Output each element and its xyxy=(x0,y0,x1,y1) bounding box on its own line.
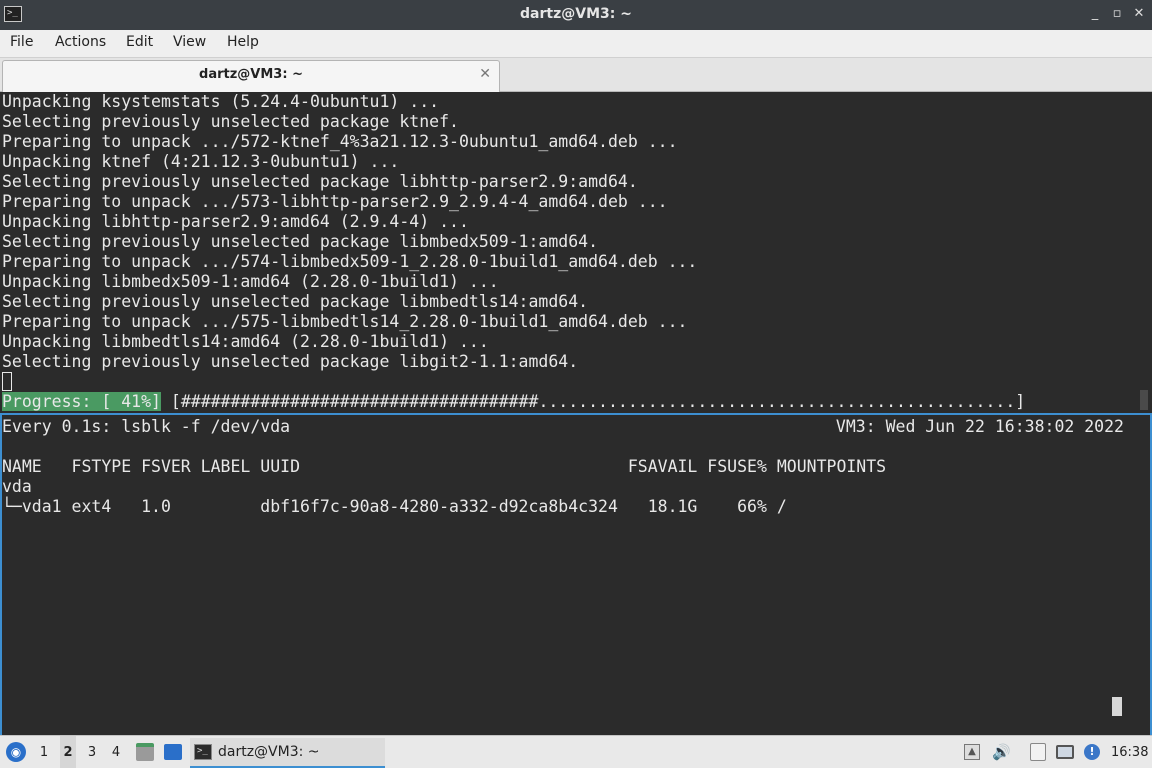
desktop-3-button[interactable]: 3 xyxy=(84,736,100,768)
terminal-line: Selecting previously unselected package … xyxy=(2,352,579,371)
update-notifier-icon[interactable]: ! xyxy=(1084,744,1100,760)
clock[interactable]: 16:38 xyxy=(1111,736,1148,768)
scrollbar-thumb-top[interactable] xyxy=(1140,390,1148,410)
tab-label: dartz@VM3: ~ xyxy=(199,67,303,82)
window-titlebar[interactable]: >_ dartz@VM3: ~ _ ▫ ✕ xyxy=(0,0,1152,30)
progress-line: Progress: [ 41%] [######################… xyxy=(2,392,1025,412)
terminal-line: Preparing to unpack .../573-libhttp-pars… xyxy=(2,192,668,211)
desktop-4-button[interactable]: 4 xyxy=(108,736,124,768)
progress-bar: [####################################...… xyxy=(160,392,1026,411)
terminal-line: Unpacking ksystemstats (5.24.4-0ubuntu1)… xyxy=(2,92,440,111)
minimize-button[interactable]: _ xyxy=(1086,5,1104,23)
watch-command: Every 0.1s: lsblk -f /dev/vda xyxy=(2,417,291,436)
terminal-line: Selecting previously unselected package … xyxy=(2,232,599,251)
terminal-pane-top[interactable]: Unpacking ksystemstats (5.24.4-0ubuntu1)… xyxy=(0,92,1152,413)
taskbar-task-terminal[interactable]: >_ dartz@VM3: ~ xyxy=(190,738,385,768)
terminal-line: Preparing to unpack .../574-libmbedx509-… xyxy=(2,252,698,271)
terminal-line: Selecting previously unselected package … xyxy=(2,112,459,131)
table-row: └─vda1 ext4 1.0 dbf16f7c-90a8-4280-a332-… xyxy=(2,497,787,516)
maximize-button[interactable]: ▫ xyxy=(1108,5,1126,23)
taskbar: ◉ 1 2 3 4 >_ dartz@VM3: ~ ▲ 🔊 ! 16:38 xyxy=(0,735,1152,768)
menu-file[interactable]: File xyxy=(10,34,33,50)
progress-label: Progress: [ 41%] xyxy=(2,392,161,411)
menu-actions[interactable]: Actions xyxy=(55,34,106,50)
terminal-line: Preparing to unpack .../575-libmbedtls14… xyxy=(2,312,688,331)
terminal-pane-bottom[interactable]: Every 0.1s: lsblk -f /dev/vda VM3: Wed J… xyxy=(0,413,1152,735)
task-label: dartz@VM3: ~ xyxy=(218,744,320,760)
volume-icon[interactable]: 🔊 xyxy=(992,744,1011,760)
show-desktop-icon[interactable] xyxy=(164,744,182,760)
watch-host-time: VM3: Wed Jun 22 16:38:02 2022 xyxy=(835,417,1124,436)
start-menu-icon[interactable]: ◉ xyxy=(6,742,26,762)
network-icon[interactable] xyxy=(1056,745,1074,759)
desktop-2-button[interactable]: 2 xyxy=(60,736,76,768)
terminal-line: Selecting previously unselected package … xyxy=(2,292,589,311)
window-title: dartz@VM3: ~ xyxy=(520,6,632,22)
terminal-line: Selecting previously unselected package … xyxy=(2,172,638,191)
table-header: NAME FSTYPE FSVER LABEL UUID FSAVAIL FSU… xyxy=(2,457,887,476)
menu-bar: File Actions Edit View Help xyxy=(0,30,1152,58)
menu-view[interactable]: View xyxy=(173,34,206,50)
terminal-line: Unpacking libmbedtls14:amd64 (2.28.0-1bu… xyxy=(2,332,489,351)
tray-arrow-icon[interactable]: ▲ xyxy=(964,744,980,760)
tab-strip: dartz@VM3: ~ ✕ xyxy=(0,58,1152,92)
terminal-line: Preparing to unpack .../572-ktnef_4%3a21… xyxy=(2,132,678,151)
clipboard-icon[interactable] xyxy=(1030,743,1046,761)
desktop-1-button[interactable]: 1 xyxy=(36,736,52,768)
close-button[interactable]: ✕ xyxy=(1130,5,1148,23)
terminal-line: Unpacking libmbedx509-1:amd64 (2.28.0-1b… xyxy=(2,272,499,291)
terminal-cursor xyxy=(1112,697,1122,716)
tab-terminal[interactable]: dartz@VM3: ~ ✕ xyxy=(2,60,500,92)
terminal-icon: >_ xyxy=(194,744,212,760)
menu-help[interactable]: Help xyxy=(227,34,259,50)
file-manager-icon[interactable] xyxy=(136,743,154,761)
terminal-cursor xyxy=(2,372,12,391)
terminal-line: Unpacking ktnef (4:21.12.3-0ubuntu1) ... xyxy=(2,152,400,171)
tab-close-icon[interactable]: ✕ xyxy=(479,66,491,82)
table-row: vda xyxy=(2,477,32,496)
menu-edit[interactable]: Edit xyxy=(126,34,153,50)
terminal-line: Unpacking libhttp-parser2.9:amd64 (2.9.4… xyxy=(2,212,469,231)
